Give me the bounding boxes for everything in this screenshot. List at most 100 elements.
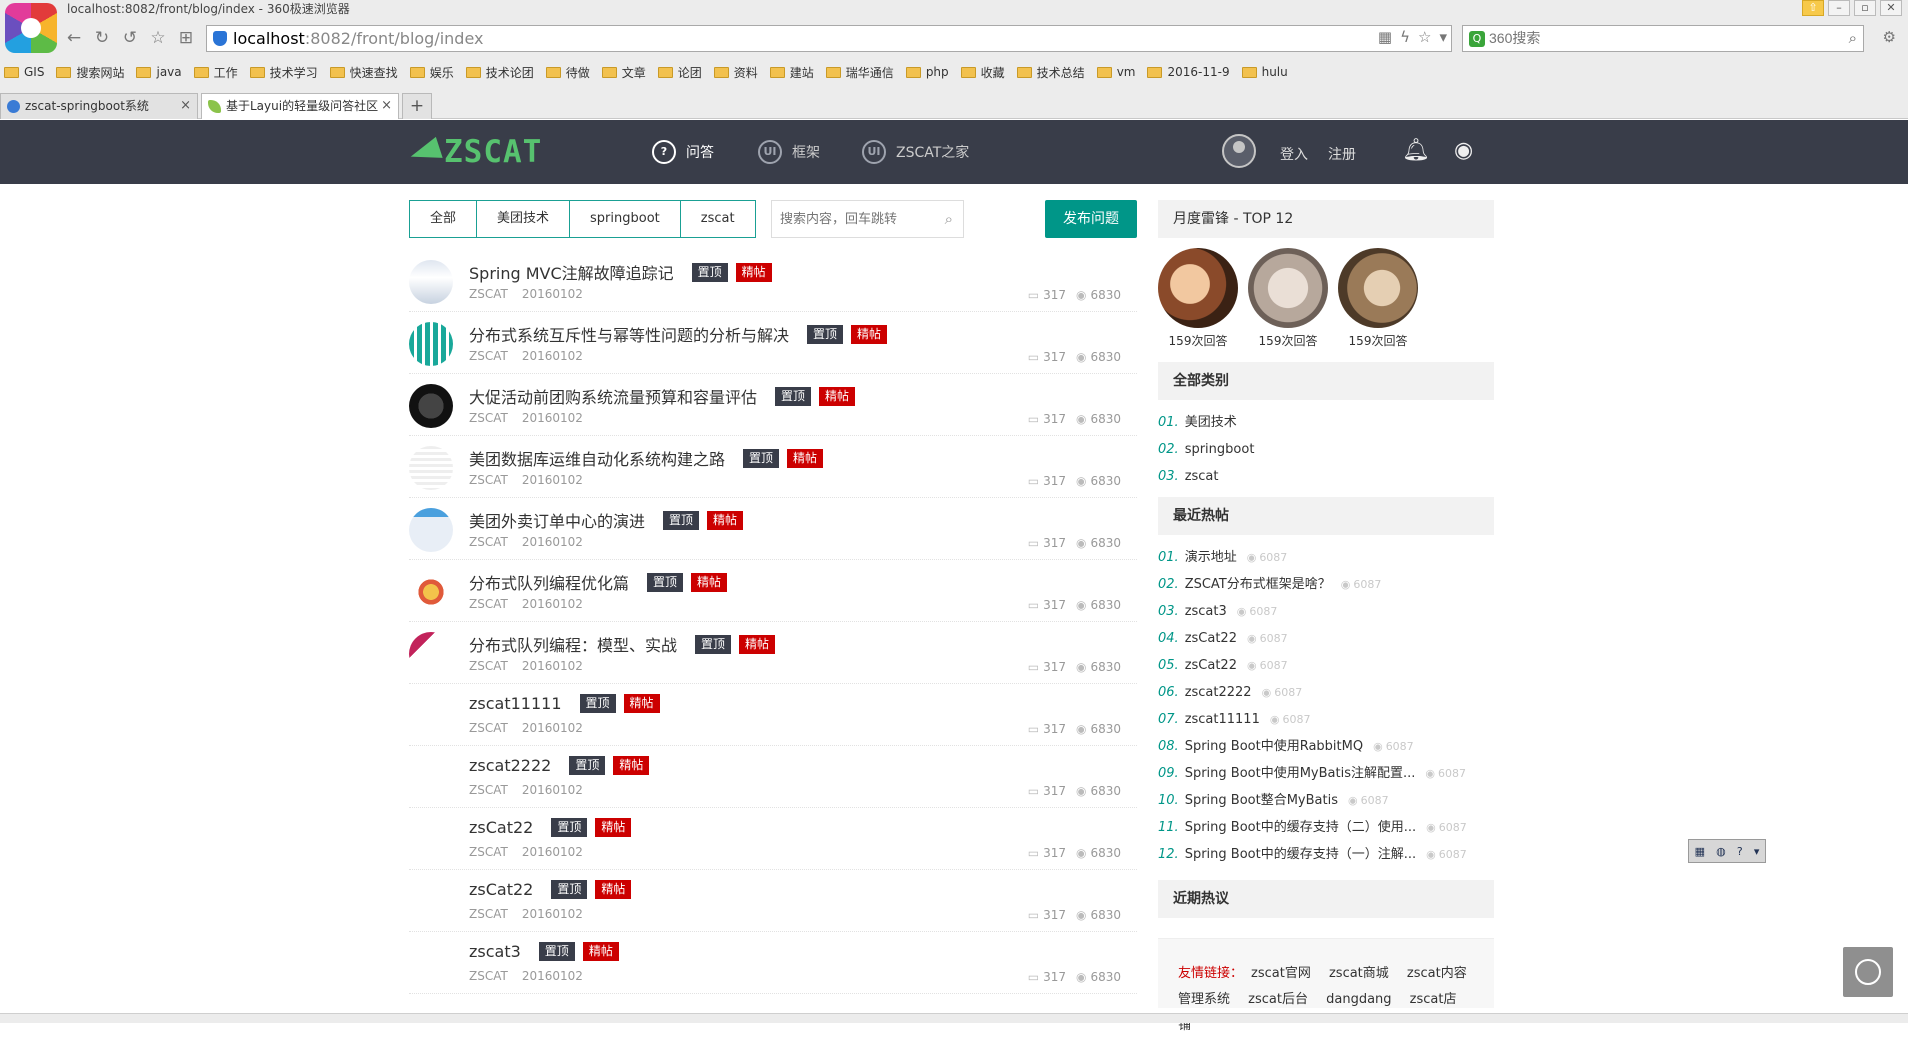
filter-all[interactable]: 全部 bbox=[410, 201, 478, 237]
globe-icon[interactable]: ◍ bbox=[1716, 845, 1726, 858]
post-title[interactable]: 分布式系统互斥性与幂等性问题的分析与解决 bbox=[469, 322, 789, 346]
hot-post-title[interactable]: Spring Boot中的缓存支持（二）使用... bbox=[1185, 814, 1416, 841]
bookmark-item[interactable]: 搜索网站 bbox=[56, 64, 124, 81]
post-row[interactable]: zscat2222 置顶 精帖 ZSCAT 20160102 ▭ 317 ◉ 6830 bbox=[409, 746, 1137, 808]
search-icon[interactable]: ⌕ bbox=[1849, 29, 1857, 47]
post-search-input[interactable] bbox=[780, 211, 930, 226]
refresh-icon[interactable]: ↻ bbox=[91, 27, 113, 49]
friend-link[interactable]: dangdang bbox=[1326, 992, 1391, 1007]
post-thumbnail[interactable] bbox=[409, 322, 453, 366]
maximize-icon[interactable]: ▫ bbox=[1854, 0, 1876, 16]
hot-post-item[interactable]: 04. zsCat22 ◉ 6087 bbox=[1158, 625, 1494, 652]
post-row[interactable]: 大促活动前团购系统流量预算和容量评估 置顶 精帖 ZSCAT 20160102 ▭ 317 ◉… bbox=[409, 374, 1137, 436]
post-row[interactable]: zsCat22 置顶 精帖 ZSCAT 20160102 ▭ 317 ◉ 6830 bbox=[409, 808, 1137, 870]
top-user[interactable]: 159次回答 bbox=[1248, 248, 1328, 349]
bookmark-item[interactable]: vm bbox=[1096, 65, 1135, 79]
post-author[interactable]: ZSCAT bbox=[469, 411, 508, 425]
chevron-down-icon[interactable]: ▾ bbox=[1754, 845, 1760, 858]
tab-layui-community[interactable]: 基于Layui的轻量级问答社区 × bbox=[201, 93, 399, 119]
dropdown-arrow-icon[interactable]: ▾ bbox=[1439, 28, 1447, 46]
post-title[interactable]: Spring MVC注解故障追踪记 bbox=[469, 260, 674, 284]
post-row[interactable]: 美团外卖订单中心的演进 置顶 精帖 ZSCAT 20160102 ▭ 317 ◉ 6830 bbox=[409, 498, 1137, 560]
post-title[interactable]: 分布式队列编程：模型、实战 bbox=[469, 632, 677, 656]
bell-icon[interactable]: 🔔︎ bbox=[1402, 138, 1430, 163]
top-user[interactable]: 159次回答 bbox=[1338, 248, 1418, 349]
category-item[interactable]: 01. 美团技术 bbox=[1158, 409, 1254, 436]
friend-link[interactable]: zscat官网 bbox=[1251, 966, 1311, 981]
minimize-icon[interactable]: – bbox=[1828, 0, 1850, 16]
post-thumbnail[interactable] bbox=[409, 942, 453, 986]
post-author[interactable]: ZSCAT bbox=[469, 287, 508, 301]
post-thumbnail[interactable] bbox=[409, 694, 453, 738]
browser-search-input[interactable] bbox=[1489, 30, 1819, 46]
login-link[interactable]: 登入 bbox=[1280, 144, 1308, 164]
post-row[interactable]: 分布式系统互斥性与幂等性问题的分析与解决 置顶 精帖 ZSCAT 20160102 ▭ 31… bbox=[409, 312, 1137, 374]
bookmark-item[interactable]: 技术论团 bbox=[465, 64, 534, 81]
post-author[interactable]: ZSCAT bbox=[469, 535, 508, 549]
address-bar[interactable]: localhost:8082/front/blog/index ▦ ϟ ☆ ▾ bbox=[206, 25, 1452, 52]
qr-code-icon[interactable]: ▦ bbox=[1378, 28, 1392, 46]
hot-post-item[interactable]: 01. 演示地址 ◉ 6087 bbox=[1158, 544, 1494, 571]
post-thumbnail[interactable] bbox=[409, 508, 453, 552]
post-author[interactable]: ZSCAT bbox=[469, 845, 508, 859]
post-row[interactable]: 分布式队列编程优化篇 置顶 精帖 ZSCAT 20160102 ▭ 317 ◉ 6830 bbox=[409, 560, 1137, 622]
tab-close-icon[interactable]: × bbox=[381, 94, 392, 118]
post-thumbnail[interactable] bbox=[409, 756, 453, 800]
filter-meituan[interactable]: 美团技术 bbox=[477, 201, 571, 237]
post-title[interactable]: zscat2222 bbox=[469, 756, 551, 775]
hot-post-title[interactable]: Spring Boot整合MyBatis bbox=[1185, 787, 1338, 814]
hot-post-item[interactable]: 03. zscat3 ◉ 6087 bbox=[1158, 598, 1494, 625]
update-arrow-icon[interactable]: ⇧ bbox=[1802, 0, 1824, 16]
post-author[interactable]: ZSCAT bbox=[469, 721, 508, 735]
post-title[interactable]: zsCat22 bbox=[469, 818, 533, 837]
nav-item-zscat-home[interactable]: UI ZSCAT之家 bbox=[862, 140, 969, 164]
lightning-icon[interactable]: ϟ bbox=[1400, 28, 1410, 46]
post-thumbnail[interactable] bbox=[409, 880, 453, 924]
hot-post-title[interactable]: zsCat22 bbox=[1185, 652, 1237, 679]
bookmark-item[interactable]: hulu bbox=[1241, 65, 1288, 79]
site-logo[interactable]: ZSCAT bbox=[407, 134, 542, 170]
favorite-star-icon[interactable]: ☆ bbox=[147, 27, 169, 49]
friend-link[interactable]: zscat后台 bbox=[1248, 992, 1308, 1007]
hot-post-title[interactable]: zscat2222 bbox=[1185, 679, 1252, 706]
post-title[interactable]: 美团数据库运维自动化系统构建之路 bbox=[469, 446, 725, 470]
post-title[interactable]: 大促活动前团购系统流量预算和容量评估 bbox=[469, 384, 757, 408]
address-url[interactable]: localhost:8082/front/blog/index bbox=[233, 29, 484, 48]
bookmark-item[interactable]: 论团 bbox=[657, 64, 702, 81]
hot-post-title[interactable]: Spring Boot中使用RabbitMQ bbox=[1185, 733, 1363, 760]
post-title[interactable]: zscat3 bbox=[469, 942, 521, 961]
hot-post-item[interactable]: 09. Spring Boot中使用MyBatis注解配置... ◉ 6087 bbox=[1158, 760, 1494, 787]
category-item[interactable]: 03. zscat bbox=[1158, 463, 1254, 490]
hot-post-item[interactable]: 05. zsCat22 ◉ 6087 bbox=[1158, 652, 1494, 679]
bookmark-item[interactable]: 快速查找 bbox=[329, 64, 398, 81]
post-row[interactable]: zsCat22 置顶 精帖 ZSCAT 20160102 ▭ 317 ◉ 6830 bbox=[409, 870, 1137, 932]
post-thumbnail[interactable] bbox=[409, 260, 453, 304]
category-name[interactable]: zscat bbox=[1185, 469, 1219, 484]
filter-zscat[interactable]: zscat bbox=[680, 201, 755, 237]
browser-logo-icon[interactable] bbox=[5, 3, 57, 53]
bookmark-item[interactable]: 待做 bbox=[545, 64, 590, 81]
hot-post-title[interactable]: zsCat22 bbox=[1185, 625, 1237, 652]
bookmark-item[interactable]: 技术总结 bbox=[1016, 64, 1085, 81]
nav-item-framework[interactable]: UI 框架 bbox=[758, 140, 820, 164]
new-tab-button[interactable]: + bbox=[402, 93, 432, 119]
hot-post-item[interactable]: 02. ZSCAT分布式框架是啥？ ◉ 6087 bbox=[1158, 571, 1494, 598]
hot-post-item[interactable]: 11. Spring Boot中的缓存支持（二）使用... ◉ 6087 bbox=[1158, 814, 1494, 841]
bookmark-item[interactable]: 瑞华通信 bbox=[825, 64, 894, 81]
undo-close-icon[interactable]: ↺ bbox=[119, 27, 141, 49]
post-author[interactable]: ZSCAT bbox=[469, 969, 508, 983]
user-avatar[interactable] bbox=[1338, 248, 1418, 328]
user-avatar[interactable] bbox=[1158, 248, 1238, 328]
ask-question-button[interactable]: 发布问题 bbox=[1045, 200, 1137, 238]
star-icon[interactable]: ☆ bbox=[1418, 28, 1431, 46]
post-author[interactable]: ZSCAT bbox=[469, 783, 508, 797]
post-row[interactable]: 美团数据库运维自动化系统构建之路 置顶 精帖 ZSCAT 20160102 ▭ 317 ◉ 68… bbox=[409, 436, 1137, 498]
hot-post-item[interactable]: 12. Spring Boot中的缓存支持（一）注解... ◉ 6087 bbox=[1158, 841, 1494, 868]
post-thumbnail[interactable] bbox=[409, 446, 453, 490]
bookmark-item[interactable]: 建站 bbox=[769, 64, 814, 81]
post-row[interactable]: 分布式队列编程：模型、实战 置顶 精帖 ZSCAT 20160102 ▭ 317 ◉ 6830 bbox=[409, 622, 1137, 684]
post-author[interactable]: ZSCAT bbox=[469, 659, 508, 673]
post-title[interactable]: zsCat22 bbox=[469, 880, 533, 899]
bookmark-item[interactable]: 收藏 bbox=[960, 64, 1005, 81]
hot-post-title[interactable]: ZSCAT分布式框架是啥？ bbox=[1185, 571, 1331, 598]
